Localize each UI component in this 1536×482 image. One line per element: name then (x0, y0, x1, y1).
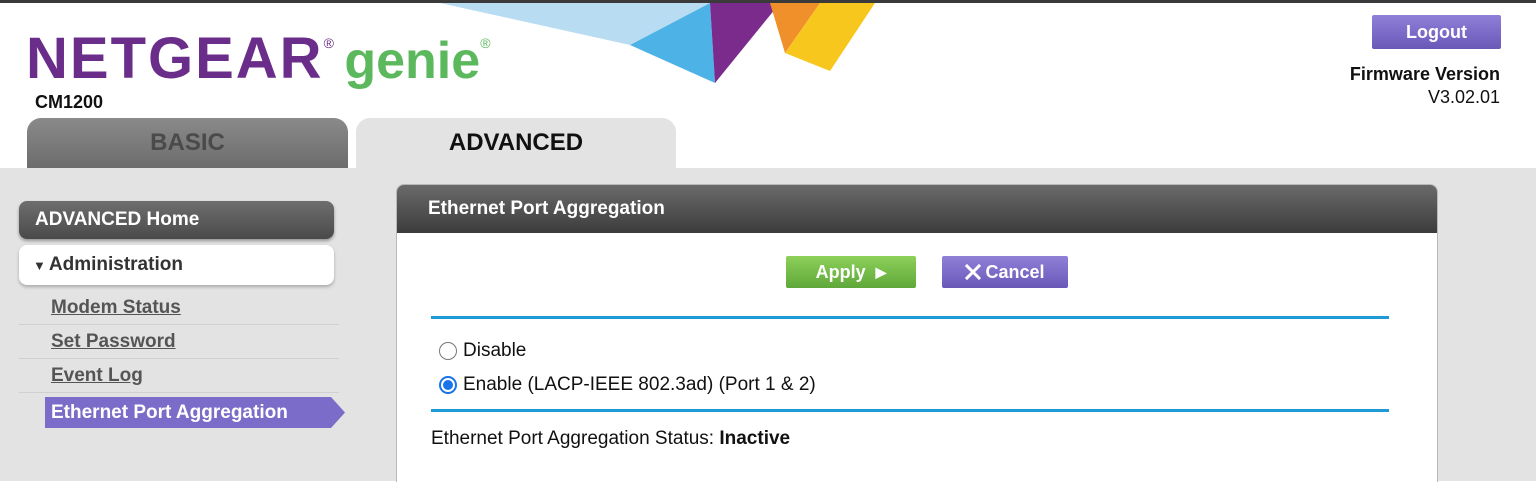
sidebar-item-advanced-home[interactable]: ADVANCED Home (19, 201, 334, 239)
firmware-version-label: Firmware Version (1349, 64, 1500, 84)
triangle-down-icon: ▼ (33, 257, 46, 273)
firmware-version-value: V3.02.01 (1427, 87, 1500, 107)
sidebar-item-modem-status[interactable]: Modem Status (19, 292, 339, 325)
option-disable[interactable]: Disable (439, 340, 526, 362)
option-enable[interactable]: Enable (LACP-IEEE 802.3ad) (Port 1 & 2) (439, 374, 816, 396)
netgear-genie-logo: NETGEAR® genie® (26, 26, 491, 91)
disable-radio[interactable] (439, 342, 457, 360)
sidebar-section-administration[interactable]: ▼ Administration (19, 245, 334, 285)
logo-brand: NETGEAR (26, 26, 324, 91)
apply-button[interactable]: Apply ▶ (786, 256, 916, 288)
logout-button[interactable]: Logout (1372, 15, 1501, 49)
model-name: CM1200 (35, 92, 104, 112)
cancel-button[interactable]: Cancel (942, 256, 1068, 288)
panel-title: Ethernet Port Aggregation (397, 185, 1437, 233)
aggregation-status: Ethernet Port Aggregation Status: Inacti… (431, 428, 790, 450)
cancel-label: Cancel (985, 261, 1045, 282)
divider-bottom (431, 409, 1389, 412)
enable-radio[interactable] (439, 376, 457, 394)
status-value: Inactive (719, 428, 791, 449)
tab-basic[interactable]: BASIC (27, 118, 348, 168)
play-arrow-icon: ▶ (875, 263, 887, 280)
close-icon (965, 264, 982, 280)
status-label: Ethernet Port Aggregation Status: (431, 428, 715, 449)
sidebar-section-label: Administration (48, 254, 183, 275)
disable-label: Disable (463, 340, 527, 361)
apply-label: Apply (815, 261, 866, 282)
sidebar-item-ethernet-port-aggregation[interactable]: Ethernet Port Aggregation (45, 397, 345, 428)
logo-product: genie (344, 32, 481, 90)
tab-advanced[interactable]: ADVANCED (356, 118, 676, 168)
main-panel: Ethernet Port Aggregation Apply ▶ Cancel… (396, 184, 1438, 482)
divider-top (431, 316, 1389, 319)
enable-label: Enable (LACP-IEEE 802.3ad) (Port 1 & 2) (463, 374, 816, 395)
sidebar-item-set-password[interactable]: Set Password (19, 326, 339, 359)
sidebar-item-event-log[interactable]: Event Log (19, 360, 339, 393)
header: NETGEAR® genie® CM1200 Logout Firmware V… (0, 3, 1536, 168)
decorative-triangles (440, 3, 875, 83)
